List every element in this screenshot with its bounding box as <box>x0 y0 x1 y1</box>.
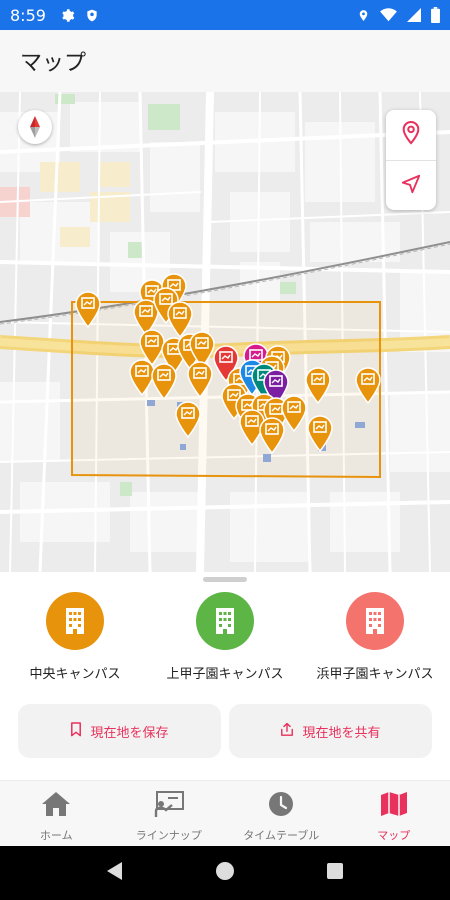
campus-kamikoshien[interactable]: 上甲子園キャンパス <box>150 592 300 682</box>
map-pin[interactable] <box>304 366 332 404</box>
page-title: マップ <box>20 51 87 76</box>
nav-item-home[interactable]: ホーム <box>0 781 113 846</box>
shield-icon <box>85 8 99 23</box>
location-icon <box>357 8 370 23</box>
app-bar: マップ <box>0 30 450 92</box>
compass-icon[interactable] <box>18 110 52 144</box>
share-icon <box>280 722 302 741</box>
map-controls <box>386 110 436 210</box>
back-icon[interactable] <box>106 862 123 884</box>
map-icon <box>380 791 408 821</box>
share-location-button[interactable]: 現在地を共有 <box>229 704 432 758</box>
bottom-navigation: ホーム ラインナップ タイムテーブル マップ <box>0 780 450 846</box>
nav-label: ホーム <box>39 829 73 842</box>
map-view[interactable] <box>0 92 450 572</box>
system-navigation-bar <box>0 846 450 900</box>
save-location-label: 現在地を保存 <box>90 725 169 741</box>
clock-icon <box>268 791 294 821</box>
nav-label: マップ <box>377 829 411 842</box>
save-location-button[interactable]: 現在地を保存 <box>18 704 221 758</box>
battery-icon <box>431 7 440 23</box>
campus-list: 中央キャンパス 上甲子園キャンパス 浜甲子園キャンパス <box>0 592 450 682</box>
building-icon <box>196 592 254 650</box>
status-time: 8:59 <box>10 5 46 25</box>
campus-hamakoshien[interactable]: 浜甲子園キャンパス <box>300 592 450 682</box>
nav-item-timetable[interactable]: タイムテーブル <box>225 781 338 846</box>
bottom-sheet: 中央キャンパス 上甲子園キャンパス 浜甲子園キャンパス 現在地を保存 現在地を共… <box>0 572 450 780</box>
nav-label: ラインナップ <box>135 829 202 842</box>
nav-label: タイムテーブル <box>243 829 320 842</box>
campus-label: 上甲子園キャンパス <box>166 667 284 682</box>
wifi-icon <box>380 8 397 22</box>
campus-label: 浜甲子園キャンパス <box>316 667 434 682</box>
building-icon <box>46 592 104 650</box>
home-icon <box>41 791 71 821</box>
map-pin[interactable] <box>150 362 178 400</box>
share-location-label: 現在地を共有 <box>302 725 381 741</box>
location-pin-icon <box>400 120 422 150</box>
status-bar: 8:59 <box>0 0 450 30</box>
map-background <box>0 92 450 572</box>
nav-item-map[interactable]: マップ <box>338 781 450 846</box>
map-pin[interactable] <box>186 360 214 398</box>
gear-icon <box>60 8 75 23</box>
map-pin[interactable] <box>74 290 102 328</box>
location-pin-button[interactable] <box>386 110 436 160</box>
map-pin[interactable] <box>354 366 382 404</box>
nav-item-lineup[interactable]: ラインナップ <box>113 781 226 846</box>
map-pin[interactable] <box>174 400 202 438</box>
action-row: 現在地を保存 現在地を共有 <box>18 704 432 758</box>
recents-icon[interactable] <box>327 863 344 883</box>
navigation-arrow-icon <box>400 173 422 199</box>
signal-icon <box>407 8 421 22</box>
presentation-icon <box>154 791 184 821</box>
navigation-button[interactable] <box>386 160 436 210</box>
bookmark-icon <box>70 721 90 741</box>
campus-label: 中央キャンパス <box>29 667 121 682</box>
map-pin[interactable] <box>306 414 334 452</box>
building-icon <box>346 592 404 650</box>
campus-chuo[interactable]: 中央キャンパス <box>0 592 150 682</box>
drag-handle[interactable] <box>203 577 247 582</box>
home-button-icon[interactable] <box>215 862 234 884</box>
